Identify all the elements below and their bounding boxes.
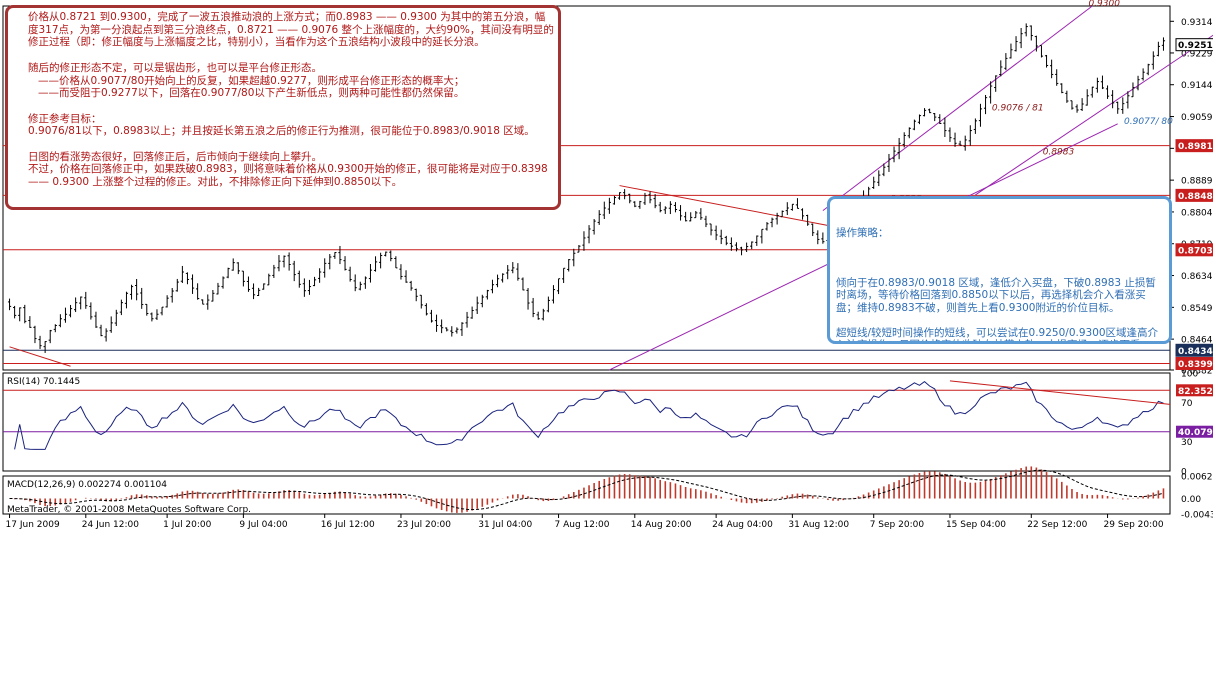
time-tick-label: 14 Aug 20:00: [631, 520, 692, 530]
macd-tick-label: -0.00433: [1181, 511, 1213, 521]
time-tick-label: 16 Jul 12:00: [321, 520, 375, 530]
rsi-tick-label: 30: [1181, 438, 1193, 448]
wave-annotation: 0.8983: [1043, 148, 1075, 158]
rsi-panel: RSI(14) 70.14451007030082.352940.0793: [2, 370, 1213, 478]
time-tick-label: 7 Sep 20:00: [870, 520, 925, 530]
strategy-body: 倾向于在0.8983/0.9018 区域，逢低介入买盘，下破0.8983 止损暂…: [836, 276, 1159, 342]
macd-title: MACD(12,26,9) 0.002274 0.001104: [7, 480, 167, 490]
strategy-title: 操作策略：: [836, 227, 889, 239]
rsi-tick-label: 100: [1181, 370, 1198, 380]
axis-marker-label: 0.84347: [1178, 347, 1213, 357]
price-tick-label: 0.88045: [1181, 208, 1213, 218]
rsi-title: RSI(14) 70.1445: [7, 377, 80, 387]
price-tick-label: 0.86345: [1181, 272, 1213, 282]
time-tick-label: 29 Sep 20:00: [1104, 520, 1164, 530]
rsi-trendline: [949, 380, 1171, 405]
wave-annotation: 0.9076 / 81: [992, 103, 1044, 113]
time-tick-label: 23 Jul 20:00: [397, 520, 451, 530]
time-tick-label: 1 Jul 20:00: [163, 520, 212, 530]
price-tick-label: 0.91446: [1181, 81, 1213, 91]
price-tick-label: 0.88895: [1181, 177, 1213, 187]
time-tick-label: 22 Sep 12:00: [1027, 520, 1087, 530]
wave-annotation: 0.9077/ 80: [1124, 117, 1173, 127]
axis-marker-label: 0.88488: [1178, 192, 1213, 202]
time-tick-label: 9 Jul 04:00: [239, 520, 288, 530]
time-tick-label: 24 Jun 12:00: [82, 520, 139, 530]
channel-upper: [822, 5, 1093, 212]
price-tick-label: 0.93141: [1181, 18, 1213, 28]
axis-marker-label: 0.83994: [1178, 360, 1213, 370]
time-axis: 17 Jun 2009 24 Jun 12:00 1 Jul 20:00 9 Jul …: [6, 514, 1164, 530]
rsi-tick-label: 70: [1181, 399, 1193, 409]
price-tick-label: 0.85495: [1181, 304, 1213, 314]
time-tick-label: 24 Aug 04:00: [712, 520, 773, 530]
axis-marker-label: 0.87033: [1178, 246, 1213, 256]
axis-marker-label: 0.89817: [1178, 142, 1213, 152]
time-tick-label: 31 Jul 04:00: [478, 520, 532, 530]
rsi-level-label: 40.0793: [1178, 428, 1213, 438]
axis-marker-label: 0.92516: [1178, 41, 1213, 51]
macd-tick-label: 0.00: [1181, 495, 1201, 505]
rsi-line: [14, 380, 1164, 450]
panel-frame: [2, 372, 1171, 472]
price-tick-label: 0.90595: [1181, 113, 1213, 123]
macd-tick-label: 0.006292: [1181, 473, 1213, 483]
strategy-note: 操作策略： 倾向于在0.8983/0.9018 区域，逢低介入买盘，下破0.89…: [827, 196, 1172, 344]
rsi-level-label: 82.3529: [1178, 387, 1213, 397]
time-tick-label: 17 Jun 2009: [6, 520, 60, 530]
wave-annotation: 0.9300: [1088, 0, 1120, 9]
macd-panel: MACD(12,26,9) 0.002274 0.001104 0.006292 0…: [2, 466, 1213, 521]
time-tick-label: 15 Sep 04:00: [946, 520, 1006, 530]
time-tick-label: 7 Aug 12:00: [555, 520, 610, 530]
channel-upper-2: [975, 34, 1213, 196]
analysis-note: 价格从0.8721 到0.9300，完成了一波五浪推动浪的上涨方式；而0.898…: [5, 5, 561, 210]
time-tick-label: 31 Aug 12:00: [788, 520, 849, 530]
copyright-label: MetaTrader, © 2001-2008 MetaQuotes Softw…: [7, 505, 251, 515]
